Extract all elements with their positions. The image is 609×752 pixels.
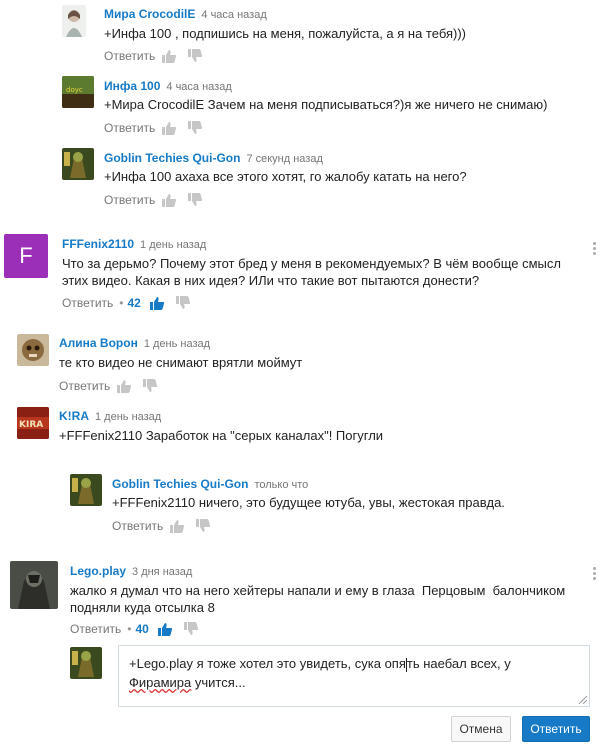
reply-button[interactable]: Ответить (104, 193, 155, 207)
like-count: 42 (127, 296, 141, 310)
comment-actions: Ответить (104, 121, 213, 135)
reply-textarea[interactable]: +Lego.play я тоже хотел это увидеть, сук… (118, 645, 590, 707)
separator-dot: • (127, 622, 132, 636)
avatar[interactable] (10, 561, 58, 609)
reply-button[interactable]: Ответить (62, 296, 113, 310)
avatar-image (66, 10, 82, 37)
comment-author[interactable]: Алина Ворон 1 день назад (59, 336, 210, 350)
comment-author[interactable]: Goblin Techies Qui-Gon 7 секунд назад (104, 151, 323, 165)
comment-time[interactable]: 4 часа назад (166, 81, 231, 93)
more-options-icon[interactable] (593, 240, 597, 257)
comment-time[interactable]: 1 день назад (140, 239, 206, 251)
comment-author[interactable]: Мира CrocodilE 4 часа назад (104, 7, 267, 21)
reply-text-part3: учится... (191, 675, 246, 690)
comment-text: Что за дерьмо? Почему этот бред у меня в… (62, 256, 561, 288)
reply-button[interactable]: Ответить (112, 519, 163, 533)
thumbs-up-icon[interactable] (149, 296, 165, 310)
comment-text: +Инфа 100 , подпишись на меня, пожалуйст… (104, 26, 467, 41)
thumbs-down-icon[interactable] (187, 121, 203, 135)
thumbs-up-icon[interactable] (161, 49, 177, 63)
comment-time[interactable]: только что (254, 479, 308, 491)
avatar-letter: F (19, 243, 33, 268)
comment-author[interactable]: K!RA 1 день назад (59, 409, 161, 423)
avatar-image: doyc (62, 76, 94, 108)
avatar[interactable]: doyc (62, 76, 94, 108)
comment-actions: Ответить • 42 (62, 296, 201, 310)
thumbs-up-icon[interactable] (161, 121, 177, 135)
more-options-icon[interactable] (593, 565, 597, 582)
comment-text: те кто видео не снимают врятли моймут (59, 355, 303, 370)
thumbs-up-icon[interactable] (116, 379, 132, 393)
comment-time[interactable]: 4 часа назад (201, 9, 266, 21)
avatar[interactable] (62, 5, 86, 37)
comment-actions: Ответить (59, 379, 168, 393)
comment-text: +FFFenix2110 ничего, это будущее ютуба, … (112, 495, 505, 510)
comment-time[interactable]: 1 день назад (95, 411, 161, 423)
avatar[interactable]: F (4, 234, 48, 278)
thumbs-down-icon[interactable] (187, 193, 203, 207)
reply-button[interactable]: Ответить (59, 379, 110, 393)
resize-grip-icon[interactable] (579, 696, 587, 704)
avatar[interactable] (70, 474, 102, 506)
reply-button[interactable]: Ответить (104, 121, 155, 135)
thumbs-down-icon[interactable] (175, 296, 191, 310)
composer-avatar (70, 647, 102, 679)
comment-author[interactable]: Goblin Techies Qui-Gon только что (112, 477, 308, 491)
comment-text: +FFFenix2110 Заработок на "серых каналах… (59, 428, 384, 443)
like-count: 40 (135, 622, 149, 636)
avatar-image (17, 334, 49, 366)
comment-author[interactable]: Инфа 100 4 часа назад (104, 79, 232, 93)
author-name[interactable]: Lego.play (70, 564, 126, 578)
reply-text-part1: +Lego.play я тоже хотел это увидеть, сук… (129, 656, 406, 671)
thumbs-up-icon[interactable] (169, 519, 185, 533)
separator-dot: • (119, 296, 124, 310)
thumbs-up-icon[interactable] (157, 622, 173, 636)
thumbs-down-icon[interactable] (183, 622, 199, 636)
thumbs-down-icon[interactable] (187, 49, 203, 63)
comment-actions: Ответить • 40 (70, 622, 209, 636)
avatar-image: KIRA (17, 407, 49, 439)
thumbs-up-icon[interactable] (161, 193, 177, 207)
avatar[interactable]: KIRA (17, 407, 49, 439)
author-name[interactable]: K!RA (59, 409, 89, 423)
reply-text-part2: ть наебал всех, у (406, 656, 511, 671)
comment-actions: Ответить (112, 519, 221, 533)
author-name[interactable]: Goblin Techies Qui-Gon (104, 151, 240, 165)
author-name[interactable]: Алина Ворон (59, 336, 138, 350)
avatar[interactable] (17, 334, 49, 366)
comment-author[interactable]: Lego.play 3 дня назад (70, 564, 192, 578)
misspelled-word: Фирамира (129, 675, 192, 690)
comment-text: жалко я думал что на него хейтеры напали… (70, 583, 566, 615)
thumbs-down-icon[interactable] (142, 379, 158, 393)
avatar-image (62, 148, 94, 180)
comment-text: +Инфа 100 ахаха все этого хотят, го жало… (104, 169, 467, 184)
avatar-image (70, 474, 102, 506)
avatar[interactable] (62, 148, 94, 180)
submit-reply-button[interactable]: Ответить (522, 716, 590, 742)
comment-actions: Ответить (104, 193, 213, 207)
comment-time[interactable]: 3 дня назад (132, 566, 192, 578)
thumbs-down-icon[interactable] (195, 519, 211, 533)
cancel-button[interactable]: Отмена (451, 716, 511, 742)
author-name[interactable]: FFFenix2110 (62, 237, 134, 251)
avatar-image (10, 561, 58, 609)
avatar-image (70, 647, 102, 679)
comment-author[interactable]: FFFenix2110 1 день назад (62, 237, 206, 251)
comment-time[interactable]: 1 день назад (144, 338, 210, 350)
author-name[interactable]: Инфа 100 (104, 79, 160, 93)
svg-text:doyc: doyc (66, 86, 83, 94)
author-name[interactable]: Мира CrocodilE (104, 7, 195, 21)
reply-button[interactable]: Ответить (104, 49, 155, 63)
reply-button[interactable]: Ответить (70, 622, 121, 636)
comment-text: +Мира CrocodilE Зачем на меня подписыват… (104, 97, 548, 112)
avatar-text: KIRA (19, 420, 43, 430)
author-name[interactable]: Goblin Techies Qui-Gon (112, 477, 248, 491)
comment-time[interactable]: 7 секунд назад (246, 153, 322, 165)
comment-actions: Ответить (104, 49, 213, 63)
